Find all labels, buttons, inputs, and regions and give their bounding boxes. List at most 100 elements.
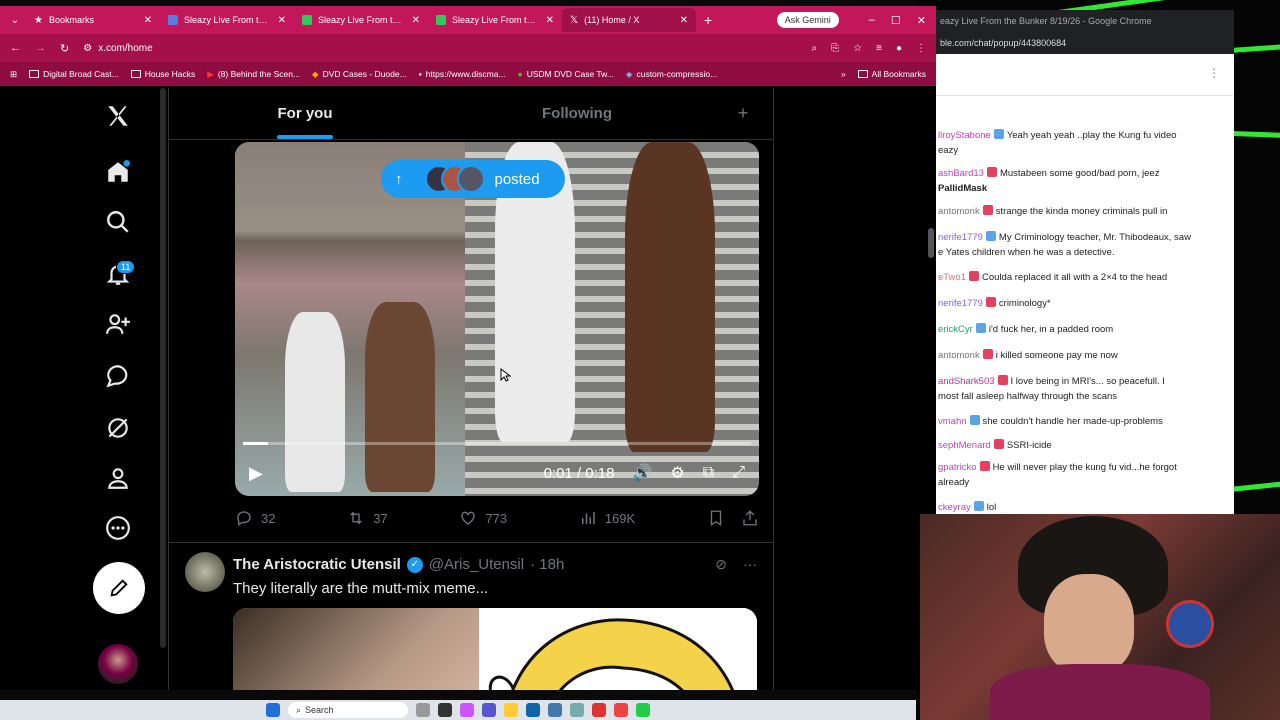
app-icon[interactable] (636, 703, 650, 717)
tab-sleazy-1[interactable]: Sleazy Live From the Bu ✕ (160, 8, 294, 32)
messages-icon[interactable] (88, 356, 148, 396)
video-progress-bar[interactable] (243, 442, 751, 445)
maximize-icon[interactable]: ☐ (891, 14, 901, 27)
video-player[interactable]: ↑ posted ▶ 0:01 / 0:18 🔊 ⚙ ⧉ ⤢ (235, 142, 759, 496)
pip-icon[interactable]: ⧉ (703, 464, 714, 482)
chat-username[interactable]: nerife1779 (938, 298, 983, 309)
close-icon[interactable]: ✕ (412, 15, 420, 26)
terminal-icon[interactable] (438, 703, 452, 717)
close-window-icon[interactable]: ✕ (917, 14, 926, 27)
tab-sleazy-3[interactable]: Sleazy Live From the Bu ✕ (428, 8, 562, 32)
avatar[interactable] (185, 552, 225, 592)
chat-username[interactable]: erickCyr (938, 324, 973, 335)
extensions-icon[interactable]: ≡ (876, 43, 882, 54)
taskview-icon[interactable] (416, 703, 430, 717)
home-icon[interactable] (88, 152, 148, 192)
bookmark-item[interactable]: ▶ (8) Behind the Scen... (207, 69, 300, 80)
copilot-icon[interactable] (460, 703, 474, 717)
views-button[interactable]: 169K (579, 509, 635, 527)
chat-username[interactable]: vmahn (938, 416, 967, 427)
tweet-time[interactable]: · 18h (530, 556, 564, 573)
install-icon[interactable]: ⎘ (831, 43, 839, 54)
close-icon[interactable]: ✕ (144, 15, 152, 26)
bookmark-item[interactable]: ● USDM DVD Case Tw... (518, 69, 614, 79)
chat-username[interactable]: antomonk (938, 350, 980, 361)
chat-username[interactable]: llroyStabone (938, 130, 991, 141)
site-info-icon[interactable]: ⚙ (83, 43, 92, 54)
reload-icon[interactable]: ↻ (60, 42, 69, 55)
bookmark-item[interactable]: Digital Broad Cast... (29, 69, 119, 79)
x-logo-icon[interactable] (88, 96, 148, 136)
chat-username[interactable]: andShark503 (938, 376, 995, 387)
bookmark-item[interactable]: ◈ custom-compressio... (626, 69, 717, 80)
app-icon[interactable] (570, 703, 584, 717)
fullscreen-icon[interactable]: ⤢ (732, 464, 745, 482)
apps-icon[interactable]: ⊞ (10, 69, 17, 80)
volume-icon[interactable]: 🔊 (632, 463, 652, 483)
scrollbar-thumb[interactable] (928, 228, 934, 258)
author-handle[interactable]: @Aris_Utensil (429, 556, 524, 573)
bookmark-item[interactable]: ▪ https://www.discma... (419, 69, 506, 79)
menu-icon[interactable]: ⋮ (916, 43, 926, 54)
like-button[interactable]: 773 (459, 509, 507, 527)
scrollbar[interactable] (160, 88, 166, 648)
file-explorer-icon[interactable] (504, 703, 518, 717)
author-name[interactable]: The Aristocratic Utensil (233, 556, 401, 573)
chrome-icon[interactable] (614, 703, 628, 717)
add-tab-button[interactable]: + (713, 88, 773, 139)
chat-username[interactable]: ashBard13 (938, 168, 984, 179)
chat-menu-icon[interactable]: ⋮ (1208, 66, 1220, 80)
chat-username[interactable]: antomonk (938, 206, 980, 217)
tweet-media[interactable] (233, 608, 757, 690)
zoom-icon[interactable]: ⌕ (812, 43, 818, 54)
grok-icon[interactable] (88, 408, 148, 448)
chat-username[interactable]: ckeyray (938, 502, 971, 513)
new-tab-icon[interactable]: + (704, 12, 712, 28)
chat-username[interactable]: sephMenard (938, 440, 991, 451)
tab-search-icon[interactable]: ⌄ (4, 15, 26, 26)
tab-following[interactable]: Following (441, 88, 713, 139)
back-icon[interactable]: ← (10, 42, 21, 54)
teams-icon[interactable] (482, 703, 496, 717)
ask-gemini-button[interactable]: Ask Gemini (776, 12, 839, 28)
grok-icon[interactable]: ⊘ (715, 556, 727, 573)
tab-sleazy-2[interactable]: Sleazy Live From the Bu ✕ (294, 8, 428, 32)
avatar[interactable] (98, 644, 138, 684)
windows-start-icon[interactable] (266, 703, 280, 717)
compose-post-button[interactable] (93, 562, 145, 614)
share-icon[interactable] (741, 509, 759, 527)
settings-icon[interactable]: ⚙ (670, 463, 684, 483)
more-icon[interactable] (88, 508, 148, 548)
bookmark-item[interactable]: ◆ DVD Cases - Duode... (312, 69, 407, 80)
notifications-icon[interactable]: 11 (88, 254, 148, 294)
follow-icon[interactable] (88, 304, 148, 344)
tab-x-home[interactable]: 𝕏 (11) Home / X ✕ (562, 8, 696, 32)
forward-icon[interactable]: → (35, 42, 46, 54)
media-image[interactable] (483, 608, 757, 690)
app-icon[interactable] (592, 703, 606, 717)
profile-icon[interactable] (88, 458, 148, 498)
edge-icon[interactable] (526, 703, 540, 717)
close-icon[interactable]: ✕ (278, 15, 286, 26)
bookmark-item[interactable]: House Hacks (130, 69, 195, 79)
bookmark-icon[interactable] (707, 509, 725, 527)
search-icon[interactable] (88, 202, 148, 242)
more-bookmarks-icon[interactable]: » (841, 69, 846, 79)
store-icon[interactable] (548, 703, 562, 717)
reply-button[interactable]: 32 (235, 509, 275, 527)
media-image[interactable] (233, 608, 479, 690)
close-icon[interactable]: ✕ (680, 15, 688, 26)
minimize-icon[interactable]: – (869, 14, 875, 26)
profile-icon[interactable]: ● (896, 43, 902, 54)
repost-button[interactable]: 37 (347, 509, 388, 527)
posted-pill[interactable]: ↑ posted (381, 160, 565, 198)
tab-for-you[interactable]: For you (169, 88, 441, 139)
more-icon[interactable]: ··· (743, 556, 757, 573)
chat-username[interactable]: eTwo1 (938, 272, 966, 283)
omnibox[interactable]: ⚙ x.com/home (83, 37, 797, 59)
taskbar-search[interactable]: ⌕ Search (288, 702, 408, 718)
all-bookmarks[interactable]: All Bookmarks (857, 69, 926, 79)
close-icon[interactable]: ✕ (546, 15, 554, 26)
tab-bookmarks[interactable]: ★ Bookmarks ✕ (26, 8, 160, 32)
play-icon[interactable]: ▶ (249, 463, 263, 484)
